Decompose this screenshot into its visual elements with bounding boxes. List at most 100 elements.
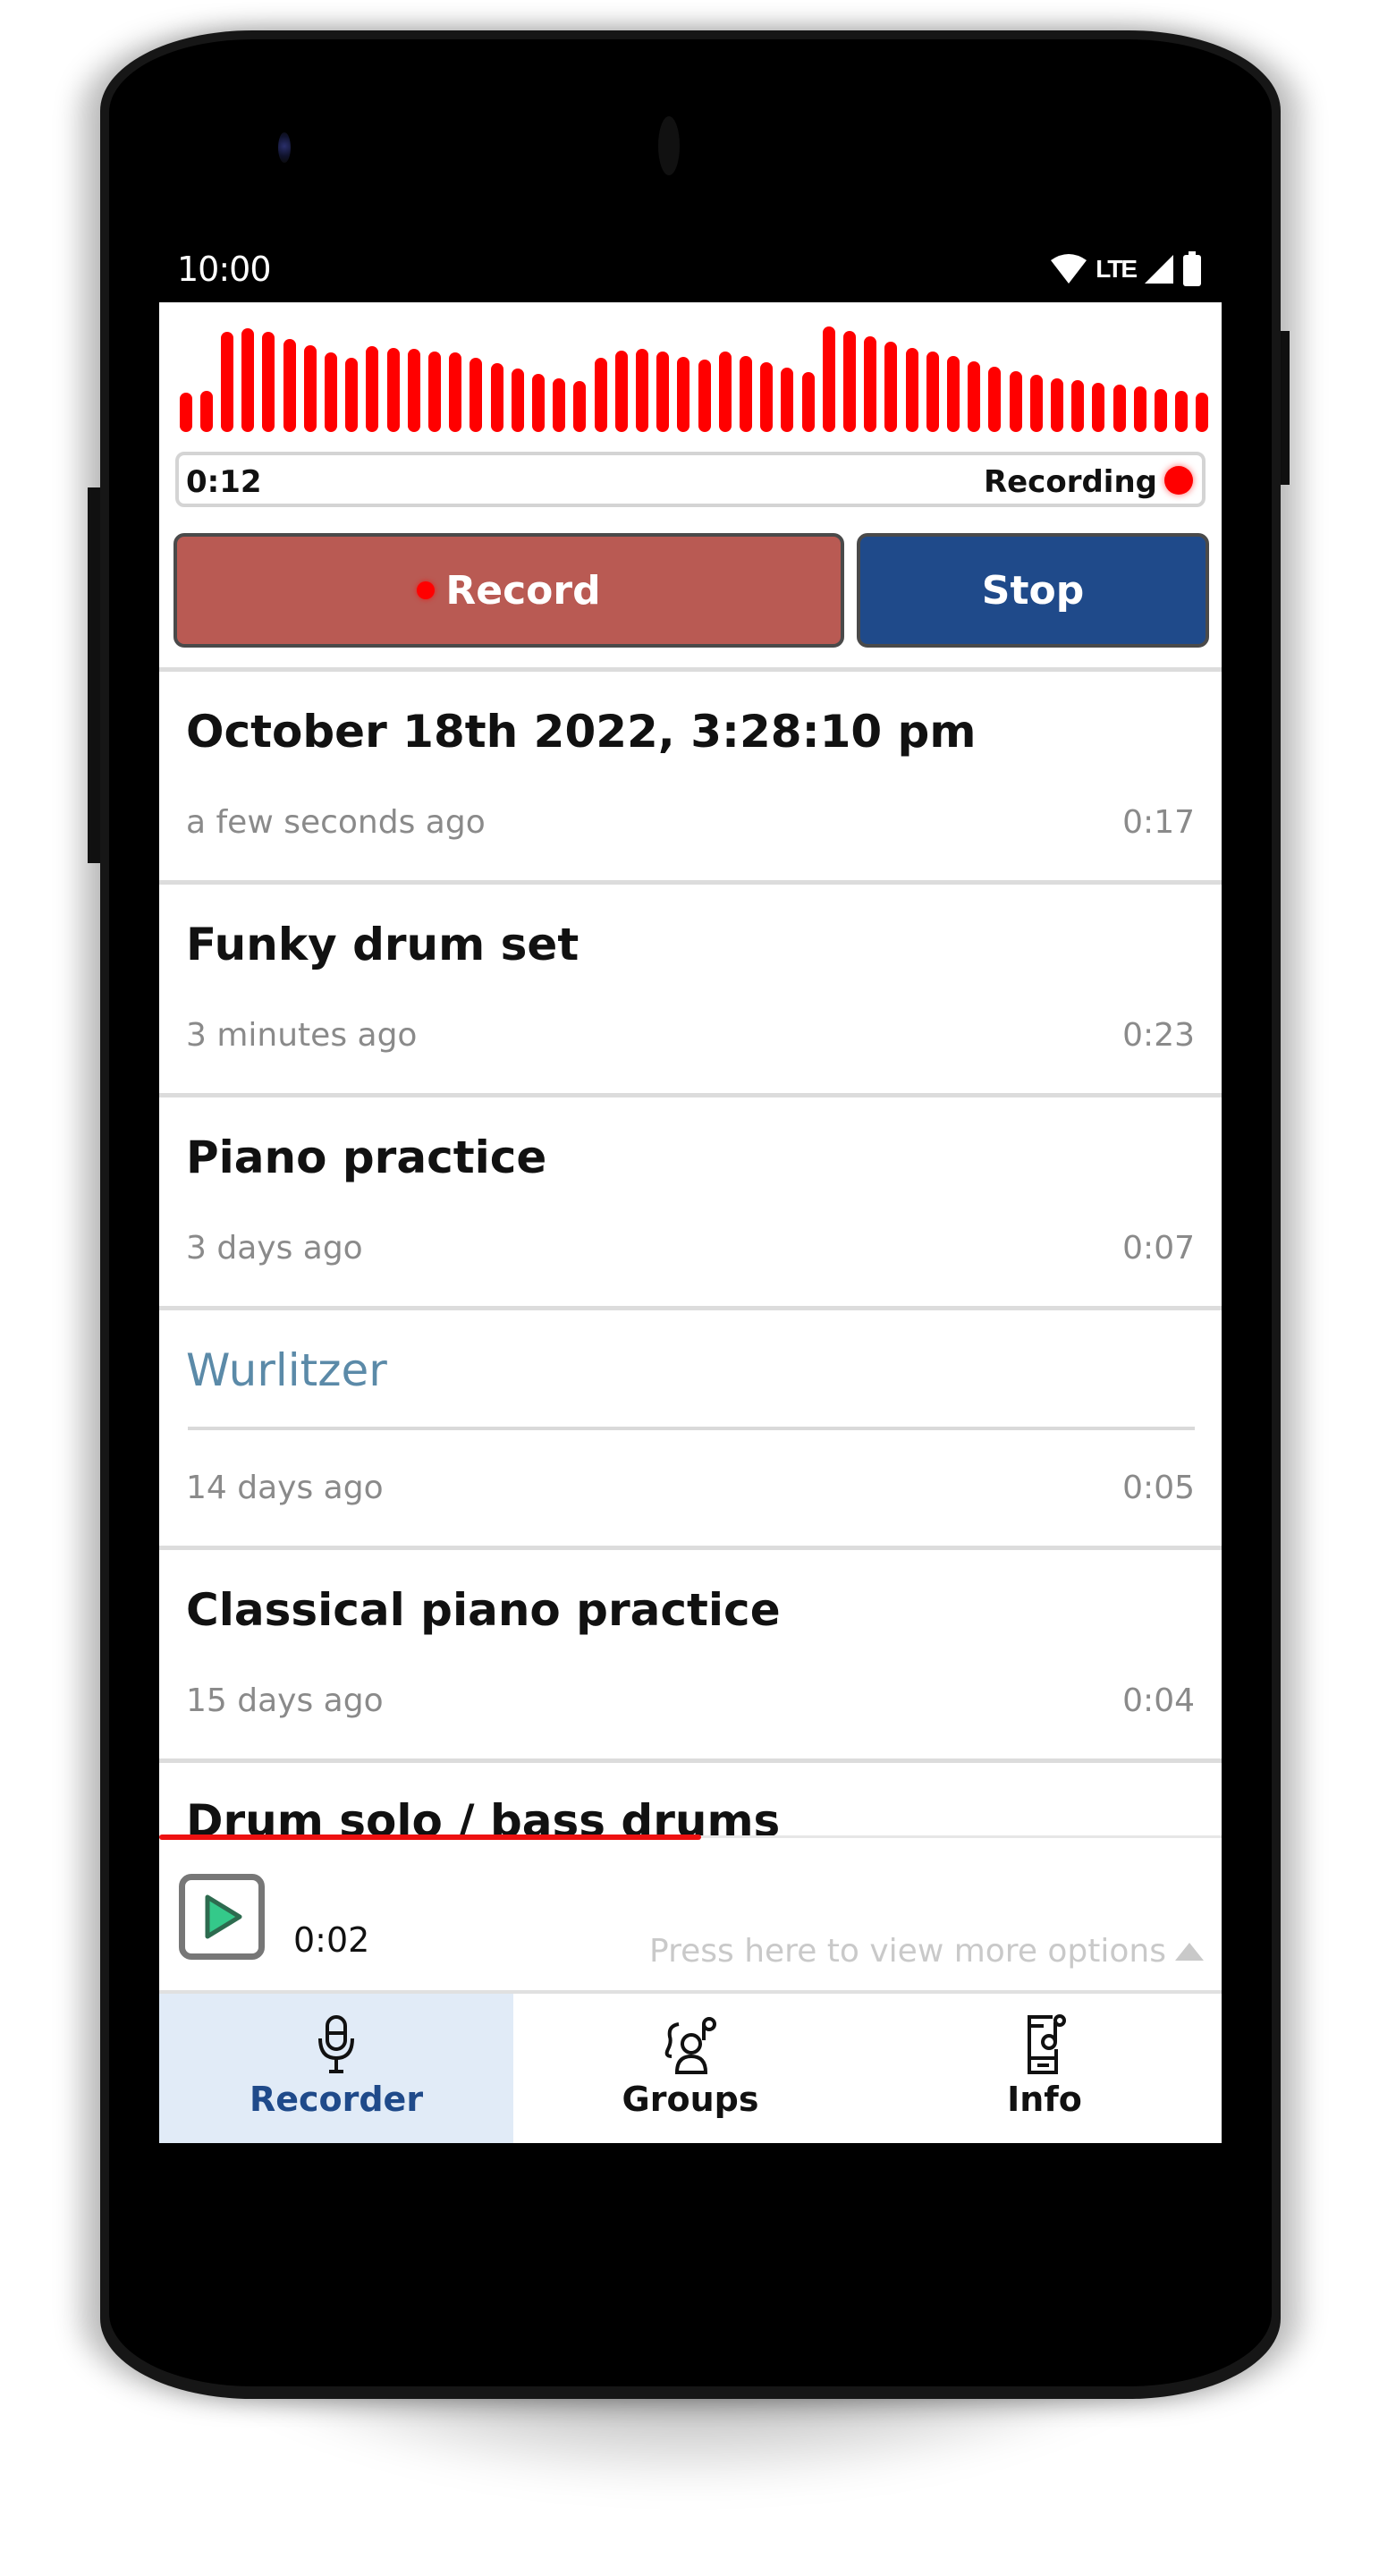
waveform-bar	[407, 349, 420, 432]
screen: 10:00 LTE 0:12 Recording Record Stop Oct…	[159, 237, 1222, 2143]
waveform-bar	[822, 326, 835, 432]
waveform-bar	[594, 358, 607, 432]
waveform-bar	[386, 348, 400, 432]
waveform-bar	[801, 372, 815, 432]
waveform-bar	[490, 363, 503, 432]
waveform-bar	[1051, 378, 1063, 432]
front-camera	[278, 132, 291, 163]
waveform-bar	[221, 332, 233, 432]
waveform-bar	[864, 336, 877, 432]
waveform-bar	[283, 339, 296, 432]
elapsed-time: 0:12	[186, 464, 262, 500]
waveform-bar	[532, 374, 545, 432]
waveform-bar	[1029, 375, 1043, 432]
expand-up-icon	[1175, 1942, 1204, 1961]
recording-status-label: Recording	[983, 464, 1157, 500]
waveform-bar	[179, 393, 192, 432]
playback-progress-fill	[159, 1835, 701, 1840]
playback-position: 0:02	[293, 1920, 370, 1960]
recording-item[interactable]: Classical piano practice 15 days ago 0:0…	[159, 1546, 1222, 1758]
recording-item[interactable]: Piano practice 3 days ago 0:07	[159, 1093, 1222, 1306]
recording-item[interactable]: Funky drum set 3 minutes ago 0:23	[159, 880, 1222, 1093]
recording-title: Classical piano practice	[186, 1584, 781, 1636]
waveform-bar	[1071, 380, 1085, 432]
waveform-bar	[1113, 385, 1126, 432]
waveform-bar	[1092, 383, 1105, 432]
waveform-bar	[470, 358, 483, 432]
waveform-bar	[553, 378, 566, 432]
tab-label: Recorder	[249, 2080, 424, 2119]
waveform-bar	[199, 391, 213, 432]
play-button[interactable]	[179, 1874, 265, 1960]
recording-title: October 18th 2022, 3:28:10 pm	[186, 706, 977, 758]
waveform-bar	[1009, 371, 1022, 432]
recording-duration: 0:23	[1122, 1017, 1195, 1054]
earpiece-speaker	[658, 116, 680, 175]
tab-label: Info	[1007, 2080, 1082, 2119]
waveform-bar	[1155, 389, 1167, 432]
recording-item-editing[interactable]: Wurlitzer 14 days ago 0:05	[159, 1306, 1222, 1546]
record-button[interactable]: Record	[173, 533, 844, 648]
waveform-bar	[926, 352, 939, 432]
tab-label: Groups	[622, 2080, 759, 2119]
recordings-list: October 18th 2022, 3:28:10 pm a few seco…	[159, 667, 1222, 1847]
waveform-bar	[884, 342, 898, 432]
tab-info[interactable]: Info	[867, 1994, 1222, 2143]
recording-status-bar: 0:12 Recording	[175, 452, 1206, 507]
recording-item[interactable]: October 18th 2022, 3:28:10 pm a few seco…	[159, 667, 1222, 880]
waveform-bar	[947, 356, 960, 432]
recording-age: 3 minutes ago	[186, 1017, 418, 1054]
tab-recorder[interactable]: Recorder	[159, 1994, 513, 2143]
recording-item[interactable]: Drum solo / bass drums	[159, 1758, 1222, 1847]
waveform-bar	[325, 352, 337, 432]
groups-icon	[664, 2017, 716, 2074]
bottom-tab-bar: Recorder Groups Info	[159, 1990, 1222, 2143]
recording-duration: 0:17	[1122, 804, 1195, 841]
play-icon	[205, 1894, 242, 1939]
waveform-bar	[1196, 393, 1209, 432]
record-button-label: Record	[445, 567, 601, 614]
waveform-bar	[1175, 391, 1189, 432]
stop-button-label: Stop	[981, 567, 1085, 614]
waveform-bar	[449, 352, 462, 432]
waveform-bar	[345, 358, 359, 432]
waveform-bar	[905, 348, 918, 432]
waveform-bar	[760, 362, 774, 432]
waveform-bar	[636, 349, 648, 432]
playback-progress[interactable]	[159, 1835, 1222, 1840]
more-options-button[interactable]: Press here to view more options	[649, 1933, 1204, 1970]
recording-indicator-icon	[1164, 466, 1193, 495]
waveform-bar	[656, 352, 670, 432]
cell-signal-icon	[1145, 255, 1173, 284]
info-phone-icon	[1028, 2014, 1066, 2074]
recording-title: Funky drum set	[186, 919, 580, 970]
waveform-bar	[988, 367, 1002, 432]
waveform-bar	[428, 352, 441, 432]
status-icons: LTE	[1049, 251, 1202, 287]
title-input-underline	[188, 1427, 1195, 1430]
waveform-bar	[1133, 386, 1146, 432]
tab-groups[interactable]: Groups	[513, 1994, 867, 2143]
more-options-label: Press here to view more options	[649, 1933, 1166, 1970]
waveform-bar	[366, 346, 379, 432]
recording-duration: 0:07	[1122, 1230, 1195, 1267]
recording-age: 3 days ago	[186, 1230, 363, 1267]
waveform-bar	[614, 351, 628, 432]
wifi-icon	[1051, 254, 1087, 284]
status-time: 10:00	[177, 250, 272, 289]
recording-duration: 0:05	[1122, 1470, 1195, 1506]
stop-button[interactable]: Stop	[857, 533, 1209, 648]
recording-title-input[interactable]: Wurlitzer	[186, 1344, 387, 1396]
network-type-label: LTE	[1096, 255, 1138, 283]
battery-icon	[1183, 251, 1201, 286]
playback-bar: 0:02 Press here to view more options	[159, 1835, 1222, 1992]
microphone-icon	[318, 2015, 354, 2073]
waveform-bar	[718, 352, 732, 432]
waveform-bar	[511, 369, 524, 432]
waveform-bar	[740, 356, 752, 432]
recording-age: a few seconds ago	[186, 804, 486, 841]
status-bar: 10:00 LTE	[159, 237, 1222, 302]
waveform-bar	[677, 357, 690, 432]
recording-age: 15 days ago	[186, 1682, 384, 1719]
waveform-bar	[241, 328, 255, 432]
